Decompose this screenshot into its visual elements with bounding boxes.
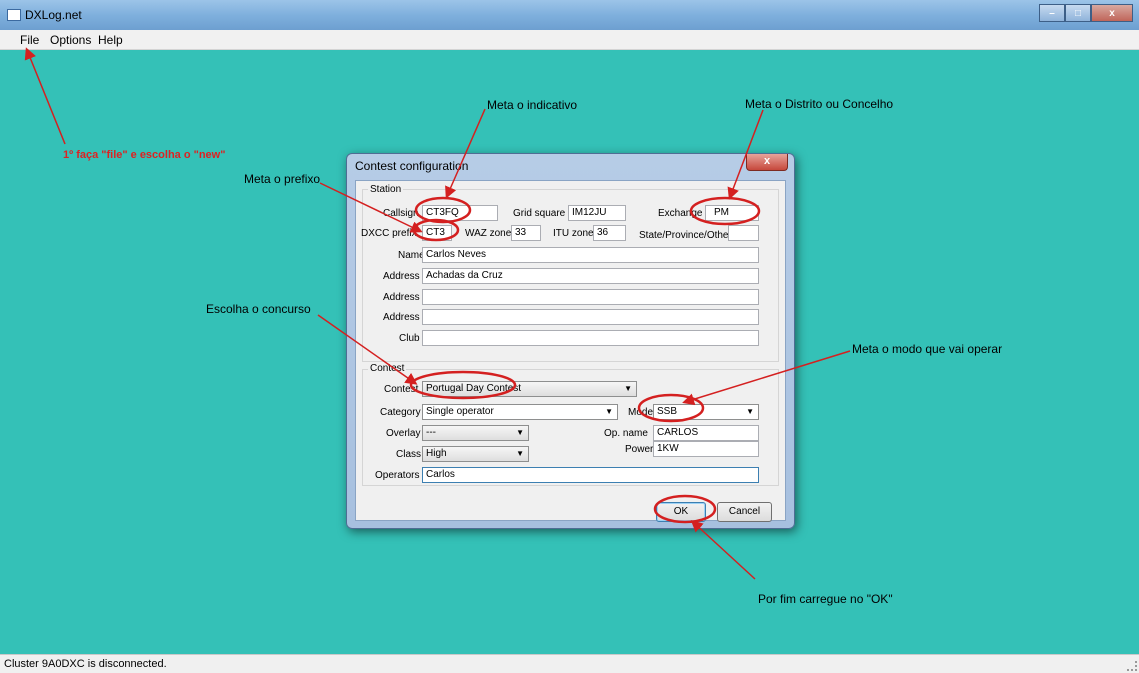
- chevron-down-icon: ▼: [516, 428, 524, 437]
- name-input[interactable]: Carlos Neves: [422, 247, 759, 263]
- chevron-down-icon: ▼: [624, 384, 632, 393]
- window-title: DXLog.net: [25, 8, 82, 22]
- category-select[interactable]: Single operator ▼: [422, 404, 618, 420]
- overlay-select[interactable]: --- ▼: [422, 425, 529, 441]
- ok-button[interactable]: OK: [656, 502, 706, 522]
- maximize-button[interactable]: □: [1065, 4, 1091, 22]
- menu-help[interactable]: Help: [98, 33, 123, 47]
- close-button[interactable]: x: [1091, 4, 1133, 22]
- dialog-body: Station Callsign CT3FQ Grid square IM12J…: [355, 180, 786, 522]
- waz-zone-input[interactable]: 33: [511, 225, 541, 241]
- callsign-label: Callsign: [383, 208, 419, 219]
- status-bar: Cluster 9A0DXC is disconnected.: [0, 654, 1139, 673]
- itu-zone-label: ITU zone: [553, 228, 594, 239]
- grid-square-label: Grid square: [513, 208, 566, 219]
- annotation-indicativo: Meta o indicativo: [487, 98, 578, 112]
- address-input-3[interactable]: [422, 309, 759, 325]
- op-name-label: Op. name: [604, 428, 648, 439]
- operators-input[interactable]: Carlos: [422, 467, 759, 483]
- contest-select[interactable]: Portugal Day Contest ▼: [422, 381, 637, 397]
- chevron-down-icon: ▼: [605, 407, 613, 416]
- address-input-1[interactable]: Achadas da Cruz: [422, 268, 759, 284]
- grid-square-input[interactable]: IM12JU: [568, 205, 626, 221]
- annotation-modo: Meta o modo que vai operar: [852, 342, 1003, 356]
- overlay-select-value: ---: [426, 427, 436, 438]
- annotation-prefixo: Meta o prefixo: [244, 172, 321, 186]
- class-select-value: High: [426, 448, 447, 459]
- name-label: Name: [398, 250, 425, 261]
- club-input[interactable]: [422, 330, 759, 346]
- mode-select[interactable]: SSB ▼: [653, 404, 759, 420]
- exchange-input[interactable]: PM: [705, 205, 759, 221]
- annotation-ok: Por fim carregue no "OK": [758, 592, 893, 606]
- address-label-1: Address: [383, 271, 420, 282]
- mode-label: Mode: [628, 407, 654, 418]
- state-province-label: State/Province/Other: [639, 230, 732, 241]
- power-label: Power: [625, 444, 654, 455]
- waz-zone-label: WAZ zone: [465, 228, 512, 239]
- op-name-input[interactable]: CARLOS: [653, 425, 759, 441]
- menu-file[interactable]: File: [20, 33, 39, 47]
- power-input[interactable]: 1KW: [653, 441, 759, 457]
- status-text: Cluster 9A0DXC is disconnected.: [4, 658, 167, 670]
- address-input-2[interactable]: [422, 289, 759, 305]
- address-label-2: Address: [383, 292, 420, 303]
- annotation-concurso: Escolha o concurso: [206, 302, 311, 316]
- cancel-button[interactable]: Cancel: [717, 502, 772, 522]
- state-province-input[interactable]: [728, 225, 759, 241]
- category-label: Category: [380, 407, 421, 418]
- chevron-down-icon: ▼: [746, 407, 754, 416]
- operators-label: Operators: [375, 470, 420, 481]
- address-label-3: Address: [383, 312, 420, 323]
- contest-label: Contest: [384, 384, 419, 395]
- contest-configuration-dialog: Contest configuration x Station Callsign…: [346, 153, 795, 529]
- app-icon: [7, 9, 21, 21]
- minimize-button[interactable]: –: [1039, 4, 1065, 22]
- station-group-label: Station: [368, 184, 404, 195]
- mode-select-value: SSB: [657, 406, 678, 417]
- annotation-distrito: Meta o Distrito ou Concelho: [745, 97, 894, 111]
- contest-group-label: Contest: [368, 363, 407, 374]
- title-bar: DXLog.net – □ x: [0, 0, 1139, 31]
- dxcc-prefix-label: DXCC prefix: [361, 228, 417, 239]
- class-select[interactable]: High ▼: [422, 446, 529, 462]
- menu-options[interactable]: Options: [50, 33, 91, 47]
- resize-grip[interactable]: [1127, 661, 1137, 671]
- menu-bar: File Options Help: [0, 30, 1139, 50]
- annotation-file-new: 1º faça "file" e escolha o "new": [63, 149, 226, 161]
- overlay-label: Overlay: [386, 428, 421, 439]
- category-select-value: Single operator: [426, 406, 494, 417]
- itu-zone-input[interactable]: 36: [593, 225, 626, 241]
- exchange-label: Exchange: [658, 208, 703, 219]
- contest-select-value: Portugal Day Contest: [426, 383, 522, 394]
- dialog-title: Contest configuration: [355, 159, 469, 173]
- chevron-down-icon: ▼: [516, 449, 524, 458]
- dxcc-prefix-input[interactable]: CT3: [422, 225, 452, 241]
- class-label: Class: [396, 449, 422, 460]
- callsign-input[interactable]: CT3FQ: [422, 205, 498, 221]
- club-label: Club: [399, 333, 420, 344]
- dialog-close-button[interactable]: x: [746, 154, 788, 171]
